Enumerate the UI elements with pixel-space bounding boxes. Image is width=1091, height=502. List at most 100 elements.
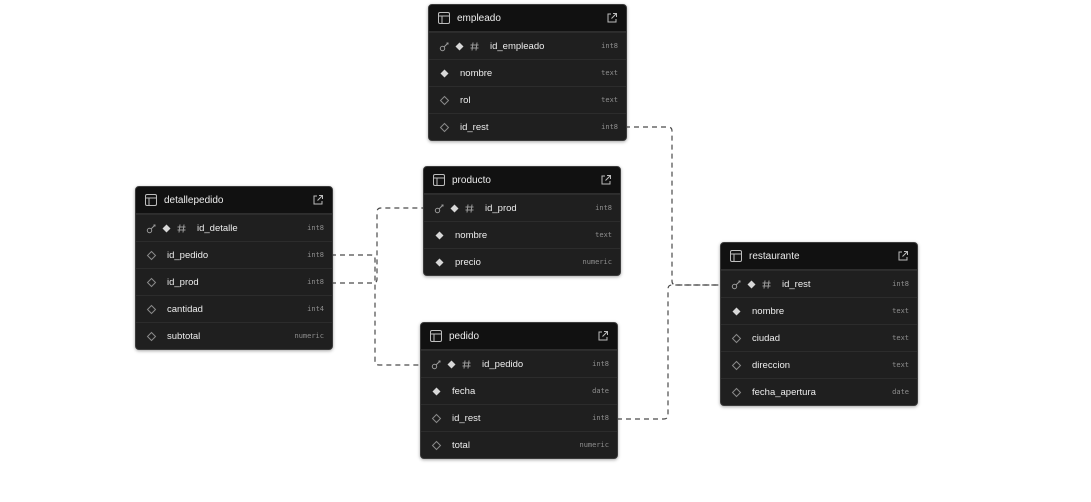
column-name: direccion [752,359,791,371]
column-type: text [892,307,909,315]
table-header: empleado [429,5,626,32]
column-type: numeric [579,441,609,449]
column-type: text [892,361,909,369]
column-name: nombre [455,229,488,241]
column-name: nombre [752,305,785,317]
external-link-icon[interactable] [597,330,609,342]
column-row-id-prod[interactable]: id_prod int8 [424,194,620,221]
external-link-icon[interactable] [606,12,618,24]
hollow-diamond-icon [731,387,742,398]
column-type: int8 [595,204,612,212]
table-restaurante[interactable]: restaurante id_rest int8 nombre text ciu… [720,242,918,406]
column-row-total[interactable]: total numeric [421,431,617,458]
column-row-nombre[interactable]: nombre text [424,221,620,248]
table-producto[interactable]: producto id_prod int8 nombre text precio… [423,166,621,276]
column-type: int8 [307,278,324,286]
table-title: producto [452,174,491,186]
column-row-id-empleado[interactable]: id_empleado int8 [429,32,626,59]
column-type: int8 [601,42,618,50]
column-row-id-prod[interactable]: id_prod int8 [136,268,332,295]
table-header: detallepedido [136,187,332,214]
filled-diamond-icon [746,279,757,290]
column-name: fecha [452,385,476,397]
hash-icon [464,203,475,214]
column-type: text [595,231,612,239]
hash-icon [761,279,772,290]
column-name: total [452,439,470,451]
column-name: fecha_apertura [752,386,816,398]
column-name: id_detalle [197,222,238,234]
table-header: restaurante [721,243,917,270]
column-row-fecha[interactable]: fecha date [421,377,617,404]
column-row-direccion[interactable]: direccion text [721,351,917,378]
column-row-id-pedido[interactable]: id_pedido int8 [136,241,332,268]
hash-icon [176,223,187,234]
table-icon [729,249,743,263]
table-detallepedido[interactable]: detallepedido id_detalle int8 id_pedido … [135,186,333,350]
column-row-id-rest[interactable]: id_rest int8 [421,404,617,431]
column-row-nombre[interactable]: nombre text [721,297,917,324]
column-row-nombre[interactable]: nombre text [429,59,626,86]
external-link-icon[interactable] [600,174,612,186]
column-name: id_pedido [167,249,209,261]
column-type: text [892,334,909,342]
column-type: int8 [592,360,609,368]
filled-diamond-icon [161,223,172,234]
external-link-icon[interactable] [897,250,909,262]
column-name: rol [460,94,471,106]
filled-diamond-icon [434,230,445,241]
column-row-ciudad[interactable]: ciudad text [721,324,917,351]
hollow-diamond-icon [146,331,157,342]
column-row-fecha-apertura[interactable]: fecha_apertura date [721,378,917,405]
column-name: nombre [460,67,493,79]
column-row-cantidad[interactable]: cantidad int4 [136,295,332,322]
column-type: int8 [307,224,324,232]
hollow-diamond-icon [146,304,157,315]
column-row-precio[interactable]: precio numeric [424,248,620,275]
hollow-diamond-icon [431,413,442,424]
column-name: id_rest [452,412,481,424]
key-icon [731,279,742,290]
hollow-diamond-icon [439,122,450,133]
column-type: date [892,388,909,396]
filled-diamond-icon [431,386,442,397]
column-type: text [601,96,618,104]
table-title: pedido [449,330,480,342]
column-name: id_rest [460,121,489,133]
filled-diamond-icon [439,68,450,79]
link-empleado-restaurante [625,126,720,286]
column-name: id_rest [782,278,811,290]
column-type: numeric [582,258,612,266]
column-type: date [592,387,609,395]
filled-diamond-icon [454,41,465,52]
column-row-subtotal[interactable]: subtotal numeric [136,322,332,349]
hash-icon [461,359,472,370]
table-header: producto [424,167,620,194]
column-row-rol[interactable]: rol text [429,86,626,113]
column-row-id-pedido[interactable]: id_pedido int8 [421,350,617,377]
table-title: empleado [457,12,501,24]
column-type: int4 [307,305,324,313]
link-detallepedido-producto [331,207,424,284]
hollow-diamond-icon [146,250,157,261]
table-pedido[interactable]: pedido id_pedido int8 fecha date id_rest… [420,322,618,459]
column-name: id_prod [167,276,199,288]
table-icon [432,173,446,187]
table-title: restaurante [749,250,800,262]
table-empleado[interactable]: empleado id_empleado int8 nombre text ro… [428,4,627,141]
column-row-id-detalle[interactable]: id_detalle int8 [136,214,332,241]
table-title: detallepedido [164,194,224,206]
key-icon [434,203,445,214]
filled-diamond-icon [449,203,460,214]
link-detallepedido-pedido [331,254,420,366]
hash-icon [469,41,480,52]
table-icon [437,11,451,25]
column-row-id-rest[interactable]: id_rest int8 [721,270,917,297]
external-link-icon[interactable] [312,194,324,206]
filled-diamond-icon [731,306,742,317]
column-row-id-rest[interactable]: id_rest int8 [429,113,626,140]
column-name: id_pedido [482,358,524,370]
column-name: id_prod [485,202,517,214]
column-name: precio [455,256,481,268]
column-type: int8 [892,280,909,288]
